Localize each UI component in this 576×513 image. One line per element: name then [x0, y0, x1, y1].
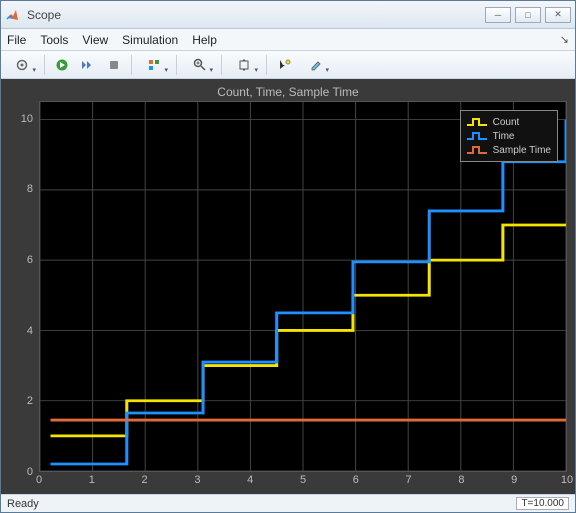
highlight-button[interactable] — [298, 54, 332, 76]
menu-file[interactable]: File — [7, 33, 26, 47]
close-button[interactable]: ✕ — [545, 7, 571, 23]
statusbar: Ready T=10.000 — [1, 494, 575, 512]
cursor-measure-button[interactable] — [272, 54, 296, 76]
menu-view[interactable]: View — [82, 33, 108, 47]
step-forward-button[interactable] — [76, 54, 100, 76]
legend-entry[interactable]: Sample Time — [467, 143, 551, 157]
status-text: Ready — [7, 498, 39, 510]
matlab-icon — [5, 7, 21, 23]
stop-button[interactable] — [102, 54, 126, 76]
autoscale-button[interactable] — [227, 54, 261, 76]
chart-title: Count, Time, Sample Time — [5, 83, 571, 103]
undock-icon[interactable]: ↘ — [560, 33, 569, 46]
y-axis-labels: 0246810 — [9, 101, 39, 472]
legend-entry[interactable]: Count — [467, 115, 551, 129]
menu-simulation[interactable]: Simulation — [122, 33, 178, 47]
menu-tools[interactable]: Tools — [40, 33, 68, 47]
sim-time: T=10.000 — [516, 497, 569, 510]
x-axis-labels: 012345678910 — [39, 474, 567, 490]
minimize-button[interactable]: ─ — [485, 7, 511, 23]
legend-entry[interactable]: Time — [467, 129, 551, 143]
zoom-button[interactable] — [182, 54, 216, 76]
window-title: Scope — [27, 8, 485, 22]
maximize-button[interactable]: □ — [515, 7, 541, 23]
menubar: File Tools View Simulation Help ↘ — [1, 29, 575, 51]
titlebar: Scope ─ □ ✕ — [1, 1, 575, 29]
toolbar — [1, 51, 575, 79]
scope-window: Scope ─ □ ✕ File Tools View Simulation H… — [0, 0, 576, 513]
legend[interactable]: CountTimeSample Time — [460, 110, 558, 162]
plot-area: Count, Time, Sample Time 0246810 CountTi… — [1, 79, 575, 494]
configure-button[interactable] — [5, 54, 39, 76]
menu-help[interactable]: Help — [192, 33, 217, 47]
signal-selector-button[interactable] — [137, 54, 171, 76]
chart-canvas[interactable]: CountTimeSample Time — [39, 101, 567, 472]
run-button[interactable] — [50, 54, 74, 76]
